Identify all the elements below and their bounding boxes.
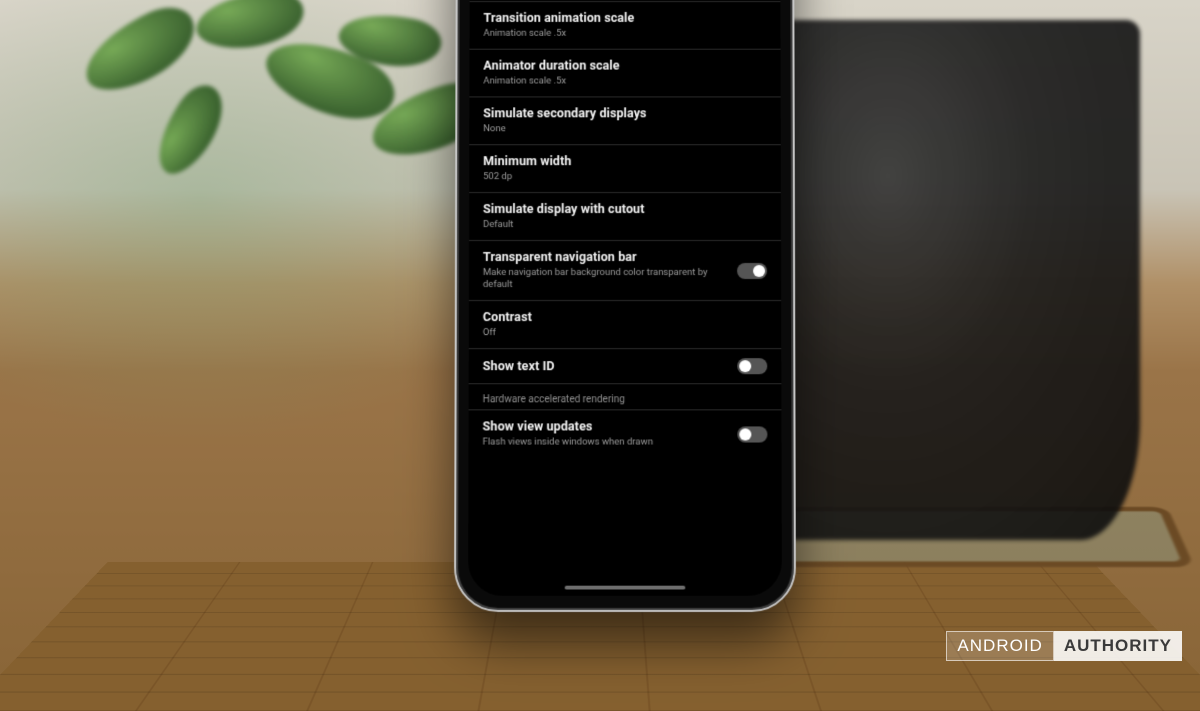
watermark-left: ANDROID xyxy=(946,631,1053,661)
watermark-right: AUTHORITY xyxy=(1054,631,1182,661)
settings-row[interactable]: Show text ID xyxy=(469,350,782,385)
settings-row-subtitle: None xyxy=(483,123,767,135)
settings-row-text: ContrastOff xyxy=(483,310,767,339)
settings-row-title: Simulate secondary displays xyxy=(483,107,766,123)
settings-row-title: Animator duration scale xyxy=(483,59,766,75)
settings-row[interactable]: Show view updatesFlash views inside wind… xyxy=(468,411,781,458)
section-header: Hardware accelerated rendering xyxy=(469,385,782,411)
toggle-switch[interactable] xyxy=(737,359,767,375)
phone-frame: Show layout boundsShow clip bounds, marg… xyxy=(454,0,796,612)
settings-row-subtitle: Default xyxy=(483,219,767,231)
settings-row[interactable]: Transition animation scaleAnimation scal… xyxy=(469,2,780,50)
settings-row-text: Simulate secondary displaysNone xyxy=(483,107,767,136)
settings-row-text: Transparent navigation barMake navigatio… xyxy=(483,250,727,291)
settings-row-subtitle: Animation scale .5x xyxy=(483,75,766,87)
toggle-switch[interactable] xyxy=(737,426,767,442)
settings-row-subtitle: Make navigation bar background color tra… xyxy=(483,267,727,292)
developer-options-list[interactable]: Show layout boundsShow clip bounds, marg… xyxy=(468,0,782,586)
settings-row[interactable]: Transparent navigation barMake navigatio… xyxy=(469,241,781,301)
settings-row-text: Minimum width502 dp xyxy=(483,154,767,183)
watermark: ANDROID AUTHORITY xyxy=(946,631,1182,661)
toggle-switch[interactable] xyxy=(737,263,767,279)
settings-row[interactable]: Minimum width502 dp xyxy=(469,145,781,193)
settings-row-text: Animator duration scaleAnimation scale .… xyxy=(483,59,766,88)
settings-row[interactable]: Simulate display with cutoutDefault xyxy=(469,193,781,241)
settings-row-title: Transparent navigation bar xyxy=(483,250,727,266)
settings-row-subtitle: Flash views inside windows when drawn xyxy=(483,437,728,449)
settings-row-text: Transition animation scaleAnimation scal… xyxy=(483,11,766,40)
settings-row-subtitle: 502 dp xyxy=(483,171,767,183)
settings-row[interactable]: Simulate secondary displaysNone xyxy=(469,98,781,146)
settings-row-text: Simulate display with cutoutDefault xyxy=(483,202,767,231)
settings-row-title: Transition animation scale xyxy=(483,11,766,27)
phone-screen: Show layout boundsShow clip bounds, marg… xyxy=(468,0,782,596)
settings-row-title: Minimum width xyxy=(483,154,767,170)
settings-row[interactable]: Animator duration scaleAnimation scale .… xyxy=(469,50,780,98)
settings-row-text: Show text ID xyxy=(483,359,728,375)
settings-row-text: Show view updatesFlash views inside wind… xyxy=(483,420,728,449)
settings-row[interactable]: ContrastOff xyxy=(469,301,782,349)
settings-row-subtitle: Animation scale .5x xyxy=(483,28,766,40)
settings-row-title: Show text ID xyxy=(483,359,728,375)
settings-row-title: Contrast xyxy=(483,310,767,326)
gesture-nav-bar[interactable] xyxy=(565,586,686,590)
plant-leaves xyxy=(70,0,510,240)
settings-row-title: Simulate display with cutout xyxy=(483,202,767,218)
settings-row-title: Show view updates xyxy=(483,420,728,436)
settings-row-subtitle: Off xyxy=(483,327,767,339)
